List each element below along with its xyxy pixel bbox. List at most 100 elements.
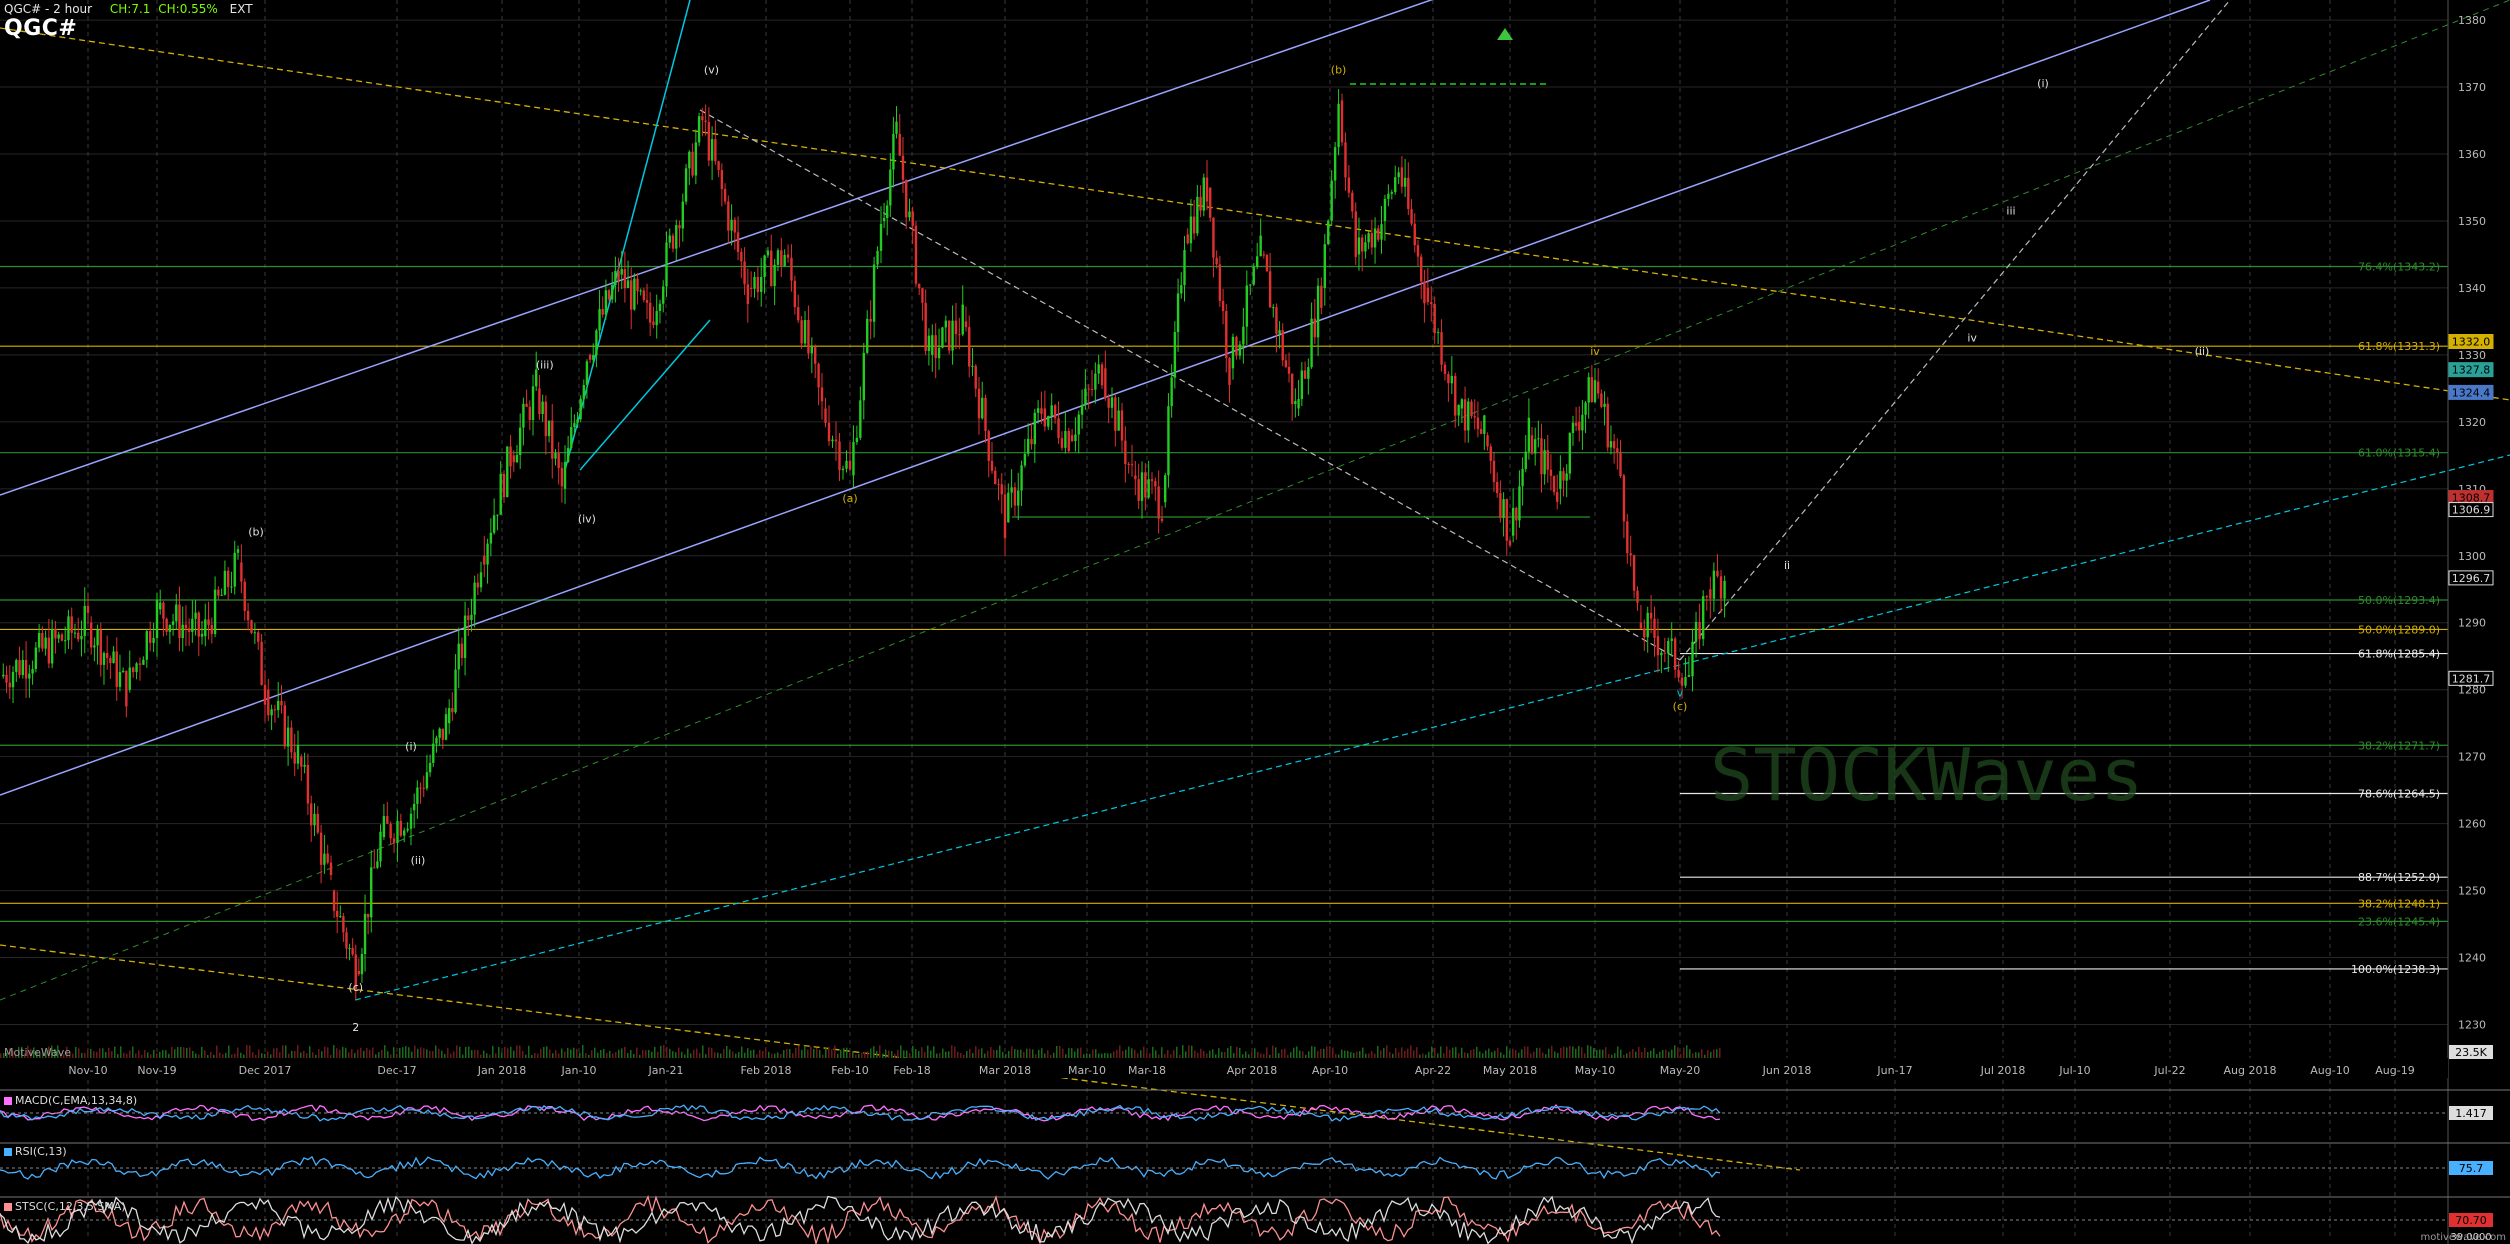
fib-level-label: 38.2%(1271.7) — [2358, 739, 2440, 752]
candle-body — [1337, 103, 1340, 148]
candle-body — [901, 155, 905, 180]
volume-bar — [1530, 1053, 1532, 1058]
price-chart[interactable]: 76.4%(1343.2) 61.8%(1331.3) 61.0%(1315.4) 5… — [0, 0, 2510, 1244]
volume-bar — [1050, 1054, 1052, 1058]
volume-bar — [1338, 1054, 1340, 1058]
candle-body — [743, 261, 746, 285]
candle-body — [83, 605, 86, 636]
volume-bar — [1614, 1053, 1616, 1058]
price-tick-label: 1260 — [2458, 818, 2486, 831]
volume-bar — [1182, 1045, 1184, 1058]
volume-bar — [1101, 1053, 1103, 1058]
candle-body — [1278, 330, 1281, 334]
candle-body — [541, 401, 544, 414]
candle-body — [1164, 475, 1167, 503]
candle-body — [770, 250, 773, 287]
candle-body — [1540, 438, 1543, 475]
volume-bar — [1698, 1052, 1700, 1058]
candle-body — [987, 430, 990, 461]
volume-bar — [1200, 1048, 1202, 1058]
candle-body — [409, 813, 413, 829]
volume-bar — [963, 1054, 965, 1058]
macd-value-label: 1.417 — [2455, 1107, 2487, 1120]
candle-body — [319, 832, 323, 865]
volume-bar — [1371, 1051, 1373, 1058]
volume-bar — [531, 1054, 533, 1058]
candle-body — [128, 667, 131, 690]
candle-body — [310, 803, 313, 826]
volume-bar — [714, 1052, 716, 1058]
volume-bar — [267, 1051, 269, 1058]
candle-body — [115, 651, 118, 687]
volume-bar — [1197, 1052, 1199, 1058]
candle-body — [1407, 177, 1410, 210]
candle-body — [1460, 399, 1464, 409]
volume-bar — [1467, 1053, 1469, 1058]
volume-bar — [1683, 1047, 1685, 1058]
volume-bar — [123, 1052, 125, 1058]
candle-body — [1565, 473, 1568, 481]
volume-bar — [921, 1047, 923, 1058]
candle-body — [1719, 576, 1723, 599]
volume-bar — [99, 1048, 101, 1058]
candle-body — [1351, 192, 1354, 212]
candle-body — [859, 400, 862, 438]
volume-bar — [1437, 1053, 1439, 1058]
candle-body — [515, 454, 519, 463]
volume-bar — [363, 1050, 365, 1058]
volume-bar — [876, 1050, 878, 1058]
volume-bar — [111, 1051, 113, 1058]
candle-body — [1543, 450, 1546, 475]
volume-bar — [981, 1048, 983, 1058]
volume-bar — [129, 1050, 131, 1058]
fib-level-label: 50.0%(1293.4) — [2358, 594, 2440, 607]
candle-body — [1684, 676, 1687, 686]
price-tag-label: 1327.8 — [2452, 364, 2491, 377]
volume-bar — [1119, 1045, 1121, 1058]
candle-body — [5, 674, 8, 683]
volume-bar — [1275, 1047, 1277, 1058]
volume-bar — [744, 1052, 746, 1058]
volume-bar — [87, 1049, 89, 1058]
volume-bar — [633, 1053, 635, 1058]
candle-body — [171, 621, 175, 625]
volume-bar — [1542, 1052, 1544, 1058]
candle-body — [954, 320, 958, 335]
candle-body — [217, 589, 220, 596]
candle-body — [483, 555, 486, 565]
volume-bar — [309, 1046, 311, 1058]
volume-bar — [717, 1052, 719, 1058]
candle-body — [626, 280, 630, 289]
candle-body — [604, 290, 608, 315]
candle-body — [148, 631, 152, 643]
candle-body — [447, 708, 451, 724]
candle-body — [1457, 405, 1460, 416]
volume-bar — [366, 1048, 368, 1058]
volume-bar — [1113, 1051, 1115, 1058]
candle-body — [451, 708, 454, 713]
volume-bar — [924, 1052, 926, 1058]
candle-body — [756, 276, 760, 292]
candle-body — [1629, 553, 1632, 556]
candle-body — [1521, 468, 1524, 487]
candle-body — [1584, 402, 1587, 415]
volume-bar — [894, 1053, 896, 1058]
volume-bar — [471, 1050, 473, 1058]
candle-body — [1205, 177, 1209, 202]
candle-body — [1524, 451, 1527, 469]
candle-body — [1357, 237, 1361, 255]
candle-body — [882, 218, 886, 221]
candle-body — [934, 335, 937, 359]
volume-bar — [1395, 1048, 1397, 1058]
volume-bar — [1578, 1046, 1580, 1058]
candle-body — [1137, 479, 1140, 501]
candle-body — [528, 406, 532, 420]
candle-body — [866, 318, 869, 353]
candle-body — [1080, 404, 1084, 415]
candle-body — [994, 470, 997, 485]
date-tick-label: Aug-19 — [2375, 1064, 2414, 1077]
wave-label: (i) — [405, 740, 417, 753]
candle-body — [197, 612, 200, 637]
volume-bar — [783, 1050, 785, 1058]
candle-body — [914, 225, 918, 284]
